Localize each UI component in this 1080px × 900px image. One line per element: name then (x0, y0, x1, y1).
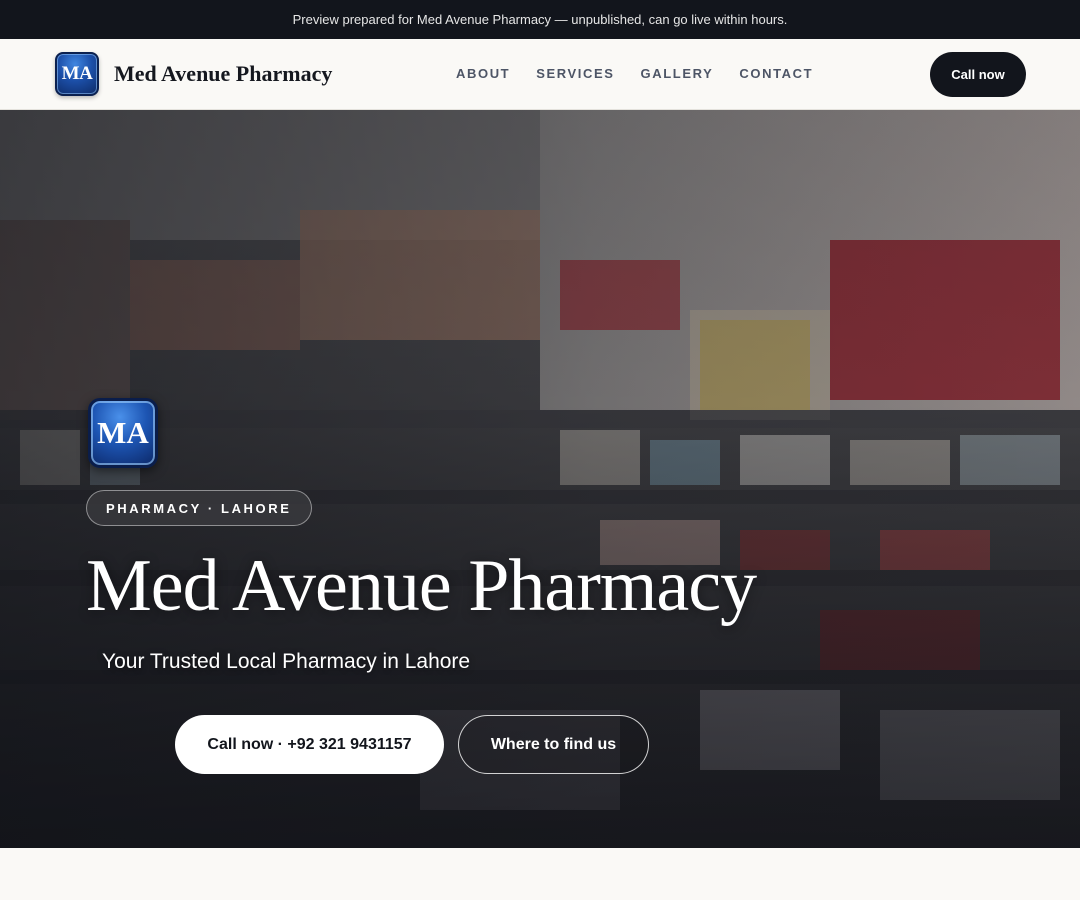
hero-call-button[interactable]: Call now · +92 321 9431157 (175, 715, 444, 774)
brand-logo-monogram: MA (61, 63, 93, 84)
next-section (0, 848, 1080, 900)
header-call-button[interactable]: Call now (930, 52, 1026, 97)
brand-logo[interactable]: MA (55, 52, 99, 96)
main-nav: ABOUT SERVICES GALLERY CONTACT (456, 66, 813, 81)
nav-link-contact[interactable]: CONTACT (739, 66, 813, 81)
nav-link-gallery[interactable]: GALLERY (641, 66, 714, 81)
hero-subtitle: Your Trusted Local Pharmacy in Lahore (102, 650, 471, 673)
hero-section: MA PHARMACY · LAHORE Med Avenue Pharmacy… (0, 110, 1080, 848)
nav-link-services[interactable]: SERVICES (536, 66, 614, 81)
hero-location-badge: PHARMACY · LAHORE (86, 490, 312, 526)
hero-logo: MA (88, 398, 158, 468)
hero-title: Med Avenue Pharmacy (86, 545, 757, 627)
site-header: MA Med Avenue Pharmacy ABOUT SERVICES GA… (0, 39, 1080, 110)
brand-name[interactable]: Med Avenue Pharmacy (114, 61, 332, 87)
preview-banner: Preview prepared for Med Avenue Pharmacy… (0, 0, 1080, 39)
hero-logo-monogram: MA (97, 415, 149, 450)
nav-link-about[interactable]: ABOUT (456, 66, 510, 81)
preview-banner-text: Preview prepared for Med Avenue Pharmacy… (292, 12, 788, 27)
hero-find-us-button[interactable]: Where to find us (458, 715, 649, 774)
